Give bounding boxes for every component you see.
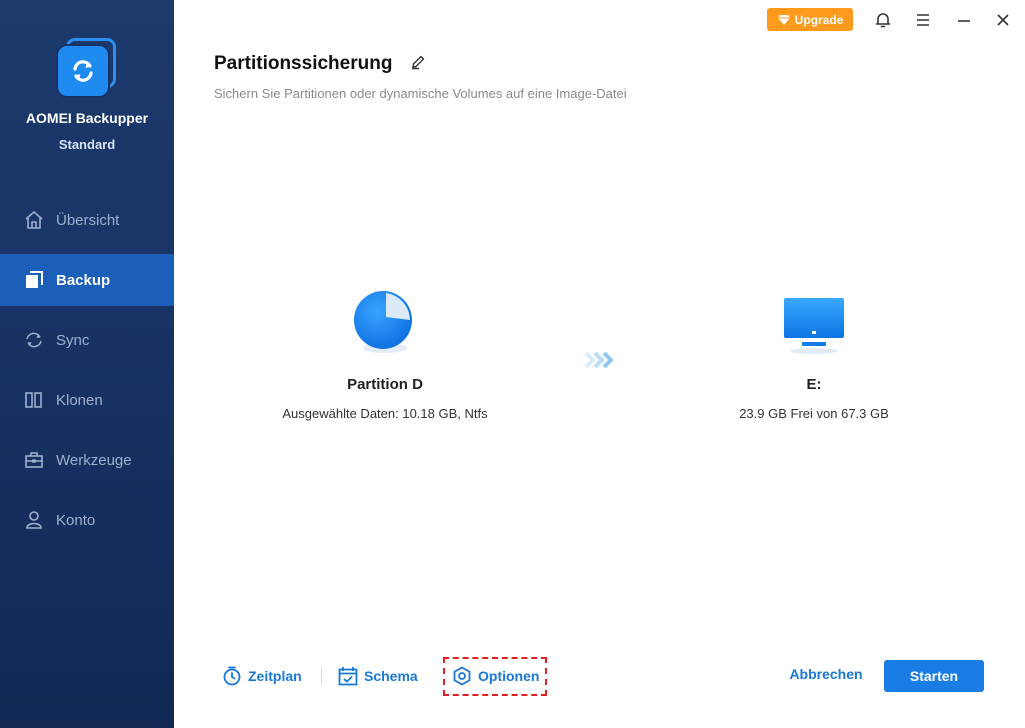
scheme-button[interactable]: Schema: [338, 664, 418, 688]
sidebar-item-overview[interactable]: Übersicht: [0, 194, 174, 246]
source-info: Ausgewählte Daten: 10.18 GB, Ntfs: [282, 406, 488, 421]
monitor-icon[interactable]: [782, 298, 846, 359]
sidebar-item-account[interactable]: Konto: [0, 494, 174, 546]
scheme-label: Schema: [364, 668, 418, 684]
options-button[interactable]: Optionen: [452, 664, 539, 688]
bell-icon[interactable]: [872, 9, 894, 31]
pie-chart-icon[interactable]: [352, 290, 418, 361]
sidebar-item-clone[interactable]: Klonen: [0, 374, 174, 426]
diamond-icon: [777, 14, 790, 25]
user-icon: [24, 510, 44, 530]
sidebar-item-label: Sync: [56, 331, 90, 349]
minimize-icon[interactable]: [953, 9, 975, 31]
source-name: Partition D: [347, 376, 423, 393]
destination-name: E:: [806, 376, 822, 393]
sidebar-item-label: Übersicht: [56, 211, 120, 229]
sidebar: AOMEI Backupper Standard Übersicht Backu…: [0, 0, 174, 728]
home-icon: [24, 210, 44, 230]
sync-logo-icon: [73, 60, 93, 82]
clone-icon: [24, 390, 44, 410]
calendar-check-icon: [338, 667, 358, 686]
page-subtitle: Sichern Sie Partitionen oder dynamische …: [214, 86, 627, 101]
sidebar-item-label: Werkzeuge: [56, 451, 132, 469]
options-label: Optionen: [478, 668, 540, 684]
sidebar-item-backup[interactable]: Backup: [0, 254, 174, 306]
app-name: AOMEI Backupper: [25, 110, 149, 126]
upgrade-label: Upgrade: [794, 12, 844, 27]
page-title: Partitionssicherung: [214, 53, 393, 74]
timer-icon: [223, 666, 241, 686]
sidebar-item-label: Backup: [56, 271, 111, 289]
destination-info: 23.9 GB Frei von 67.3 GB: [739, 406, 889, 421]
toolbox-icon: [24, 450, 44, 470]
upgrade-button[interactable]: Upgrade: [767, 8, 853, 31]
sidebar-item-tools[interactable]: Werkzeuge: [0, 434, 174, 486]
direction-arrows-icon: [584, 350, 616, 375]
edit-icon[interactable]: [410, 54, 426, 75]
schedule-label: Zeitplan: [248, 668, 302, 684]
schedule-button[interactable]: Zeitplan: [222, 664, 302, 688]
sidebar-item-label: Klonen: [56, 391, 103, 409]
sidebar-item-sync[interactable]: Sync: [0, 314, 174, 366]
divider: [321, 668, 322, 684]
sync-icon: [24, 330, 44, 350]
backup-icon: [24, 270, 44, 290]
gear-icon: [453, 666, 471, 686]
cancel-button[interactable]: Abbrechen: [786, 666, 866, 682]
close-icon[interactable]: [992, 9, 1014, 31]
menu-icon[interactable]: [912, 9, 934, 31]
app-logo: [58, 38, 116, 96]
start-button[interactable]: Starten: [884, 660, 984, 692]
app-edition: Standard: [58, 137, 116, 152]
sidebar-item-label: Konto: [56, 511, 96, 529]
